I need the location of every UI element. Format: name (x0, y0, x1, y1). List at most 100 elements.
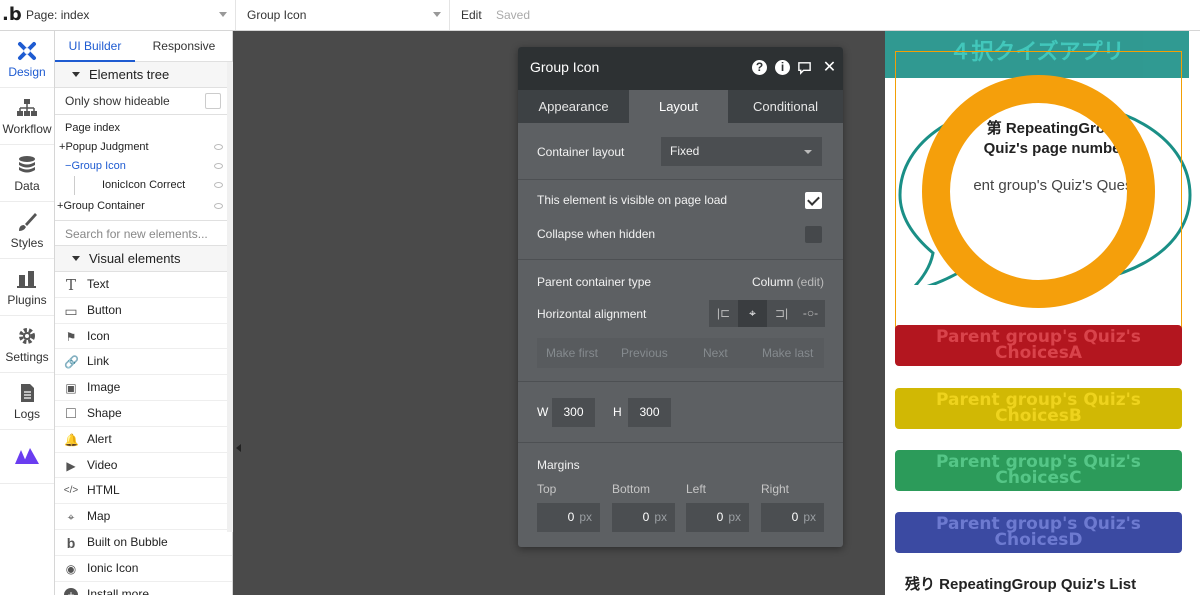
collapse-when-hidden-checkbox[interactable] (805, 226, 822, 243)
make-first-button[interactable]: Make first (546, 338, 598, 368)
element-map[interactable]: ⌖ Map (55, 504, 232, 530)
tree-item-page-index[interactable]: Page index (55, 119, 232, 138)
tree-item-popup-judgment[interactable]: +Popup Judgment (55, 138, 232, 157)
remaining-count-text[interactable]: 残り RepeatingGroup Quiz's List (905, 573, 1136, 594)
choice-d-button[interactable]: Parent group's Quiz's ChoicesD (895, 512, 1182, 553)
container-layout-value: Fixed (670, 144, 700, 158)
search-elements-input[interactable]: Search for new elements... (55, 220, 232, 246)
element-shape[interactable]: □ Shape (55, 401, 232, 427)
choice-b-button[interactable]: Parent group's Quiz's ChoicesB (895, 388, 1182, 429)
element-video[interactable]: ▶ Video (55, 453, 232, 479)
margin-left-input[interactable]: 0 px (686, 503, 749, 532)
code-icon: </> (63, 485, 79, 497)
eye-icon[interactable] (214, 144, 223, 150)
element-label: HTML (87, 483, 120, 498)
element-selector[interactable]: Group Icon (238, 0, 450, 30)
tree-item-label: IonicIcon Correct (102, 179, 186, 191)
rail-logs[interactable]: Logs (0, 373, 54, 430)
element-ionic-icon[interactable]: ◉ Ionic Icon (55, 556, 232, 582)
collapse-panel-icon[interactable] (236, 444, 241, 452)
help-icon[interactable]: ? (752, 60, 767, 75)
rail-settings[interactable]: Settings (0, 316, 54, 373)
comment-icon[interactable] (797, 60, 812, 75)
margin-bottom-label: Bottom (612, 482, 651, 496)
element-label: Video (87, 457, 118, 472)
panel-scrollbar[interactable] (227, 62, 233, 532)
visual-elements-header[interactable]: Visual elements (55, 246, 232, 272)
choice-a-button[interactable]: Parent group's Quiz's ChoicesA (895, 325, 1182, 366)
horizontal-alignment-label: Horizontal alignment (537, 307, 647, 321)
visible-on-load-checkbox[interactable] (805, 192, 822, 209)
align-stretch-icon[interactable]: -○- (796, 300, 825, 327)
rail-plugins[interactable]: Plugins (0, 259, 54, 316)
edit-menu[interactable]: Edit (461, 8, 482, 22)
eye-icon[interactable] (214, 203, 223, 209)
tree-item-group-icon[interactable]: −Group Icon (55, 157, 232, 176)
close-icon[interactable]: ✕ (822, 60, 837, 76)
plus-icon: + (64, 587, 78, 595)
panel-tabs: UI Builder Responsive (55, 31, 232, 62)
collapse-when-hidden-label: Collapse when hidden (537, 227, 656, 241)
brand-logo-icon (15, 448, 39, 464)
tab-conditional[interactable]: Conditional (728, 90, 843, 123)
tree-item-ionicicon-correct[interactable]: IonicIcon Correct (74, 176, 232, 195)
make-last-button[interactable]: Make last (762, 338, 813, 368)
bubble-b-icon: b (66, 534, 76, 551)
workflow-icon (17, 99, 37, 116)
text-icon: T (65, 276, 76, 294)
element-button[interactable]: ▭ Button (55, 298, 232, 324)
choice-c-button[interactable]: Parent group's Quiz's ChoicesC (895, 450, 1182, 491)
element-install-more[interactable]: + Install more... (55, 582, 232, 595)
eye-icon[interactable] (214, 182, 223, 188)
tab-layout[interactable]: Layout (629, 90, 728, 123)
parent-container-type-value[interactable]: Column (edit) (752, 275, 824, 289)
tab-ui-builder[interactable]: UI Builder (55, 31, 135, 62)
database-icon (19, 156, 35, 173)
rail-data[interactable]: Data (0, 145, 54, 202)
rail-styles[interactable]: Styles (0, 202, 54, 259)
align-center-icon[interactable]: ⌖ (738, 300, 767, 327)
selected-group-icon-outline[interactable] (895, 51, 1182, 336)
container-layout-select[interactable]: Fixed (661, 137, 822, 166)
element-link[interactable]: 🔗 Link (55, 349, 232, 376)
element-icon[interactable]: ⚑ Icon (55, 324, 232, 350)
rail-logs-label: Logs (13, 407, 41, 421)
element-alert[interactable]: 🔔 Alert (55, 427, 232, 453)
rail-design-label: Design (8, 65, 46, 79)
info-icon[interactable]: i (775, 60, 790, 75)
rail-brand[interactable] (0, 430, 54, 484)
rail-design[interactable]: Design (0, 31, 54, 88)
height-input[interactable]: 300 (628, 398, 671, 427)
margin-bottom-input[interactable]: 0 px (612, 503, 675, 532)
element-image[interactable]: ▣ Image (55, 375, 232, 401)
parent-type-edit-link[interactable]: (edit) (797, 275, 824, 289)
left-panel: UI Builder Responsive Elements tree Only… (55, 31, 233, 595)
previous-button[interactable]: Previous (621, 338, 668, 368)
divider (518, 381, 843, 382)
element-built-on-bubble[interactable]: b Built on Bubble (55, 530, 232, 556)
tab-responsive[interactable]: Responsive (135, 31, 232, 62)
tab-appearance[interactable]: Appearance (518, 90, 629, 123)
height-label: H (613, 405, 622, 419)
eye-icon[interactable] (214, 163, 223, 169)
next-button[interactable]: Next (703, 338, 728, 368)
width-input[interactable]: 300 (552, 398, 595, 427)
element-text[interactable]: T Text (55, 272, 232, 298)
rail-workflow[interactable]: Workflow (0, 88, 54, 145)
saved-status: Saved (496, 8, 531, 22)
gear-icon (19, 328, 35, 344)
elements-tree-header[interactable]: Elements tree (55, 62, 232, 88)
visible-on-load-label: This element is visible on page load (537, 193, 728, 207)
property-editor-header[interactable]: Group Icon ? i ✕ (518, 47, 843, 90)
tree-item-group-container[interactable]: +Group Container (55, 197, 232, 216)
element-html[interactable]: </> HTML (55, 478, 232, 505)
caret-down-icon (72, 256, 80, 261)
only-hideable-checkbox[interactable] (205, 93, 221, 109)
page-selector[interactable]: Page: index (18, 0, 236, 30)
align-right-icon[interactable]: ⊐| (767, 300, 796, 327)
align-left-icon[interactable]: |⊏ (709, 300, 738, 327)
tree-item-label: Group Container (63, 200, 145, 212)
ionic-icon: ◉ (65, 561, 77, 576)
margin-right-input[interactable]: 0 px (761, 503, 824, 532)
margin-top-input[interactable]: 0 px (537, 503, 600, 532)
